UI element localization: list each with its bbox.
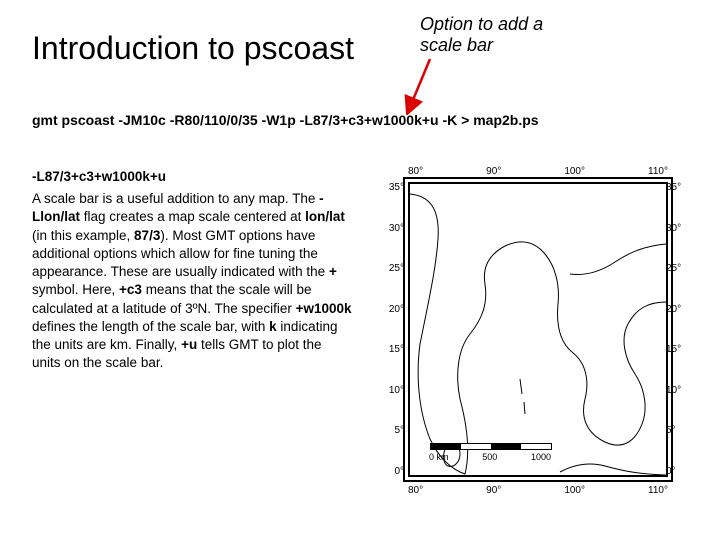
lat-tick: 15° (666, 344, 681, 355)
lon-tick: 80° (408, 485, 423, 496)
scale-tick: 1000 (531, 452, 551, 462)
scale-tick: 0 km (429, 452, 449, 462)
lon-tick: 80° (408, 166, 423, 177)
annotation-line-2: scale bar (420, 35, 493, 55)
explanation-paragraph: A scale bar is a useful addition to any … (32, 190, 352, 372)
text-run: (in this example, (32, 228, 134, 243)
lat-tick: 35° (389, 182, 404, 193)
lat-tick: 10° (389, 385, 404, 396)
scale-bar-annotation: Option to add a scale bar (420, 14, 580, 55)
lon-labels-top: 80° 90° 100° 110° (408, 166, 668, 177)
option-heading: -L87/3+c3+w1000k+u (32, 168, 352, 186)
lat-tick: 5° (394, 425, 404, 436)
lat-tick: 30° (666, 223, 681, 234)
flag-u: +u (181, 337, 197, 352)
flag-87-3: 87/3 (134, 228, 160, 243)
flag-c3: +c3 (119, 282, 142, 297)
annotation-line-1: Option to add a (420, 14, 543, 34)
scale-tick: 500 (482, 452, 497, 462)
page-title: Introduction to pscoast (32, 30, 354, 67)
scale-bar-segments (430, 443, 552, 450)
lon-tick: 110° (648, 166, 668, 177)
flag-k: k (269, 319, 277, 334)
text-run: flag creates a map scale centered at (80, 209, 305, 224)
command-line: gmt pscoast -JM10c -R80/110/0/35 -W1p -L… (32, 112, 539, 128)
lat-tick: 20° (389, 304, 404, 315)
flag-w1000k: +w1000k (296, 301, 352, 316)
map-frame: 0 km 500 1000 (408, 182, 668, 477)
command-suffix: -K > map2b.ps (439, 112, 539, 128)
lon-labels-bottom: 80° 90° 100° 110° (408, 485, 668, 496)
coastline-icon (410, 184, 666, 475)
lat-tick: 20° (666, 304, 681, 315)
arrow-icon (402, 55, 442, 115)
lat-tick: 25° (389, 263, 404, 274)
lon-tick: 100° (564, 485, 585, 496)
command-highlight: -L87/3+c3+w1000k+u (300, 112, 439, 128)
lon-tick: 100° (564, 166, 585, 177)
lat-tick: 30° (389, 223, 404, 234)
text-run: defines the length of the scale bar, wit… (32, 319, 269, 334)
lat-tick: 15° (389, 344, 404, 355)
map-figure: 80° 90° 100° 110° 35° 30° 25° 20° 15° 10… (380, 170, 690, 495)
slide: Introduction to pscoast Option to add a … (0, 0, 720, 540)
lat-tick: 35° (666, 182, 681, 193)
lat-tick: 0° (394, 466, 404, 477)
lat-labels-left: 35° 30° 25° 20° 15° 10° 5° 0° (380, 182, 404, 477)
flag-plus: + (329, 264, 337, 279)
lon-tick: 90° (486, 485, 501, 496)
lat-tick: 25° (666, 263, 681, 274)
scale-bar-ticks: 0 km 500 1000 (429, 452, 551, 462)
lon-tick: 110° (648, 485, 668, 496)
text-run: symbol. Here, (32, 282, 119, 297)
command-prefix: gmt pscoast -JM10c -R80/110/0/35 -W1p (32, 112, 300, 128)
flag-lonlat: lon/lat (305, 209, 345, 224)
lat-tick: 10° (666, 385, 681, 396)
explanation-body: -L87/3+c3+w1000k+u A scale bar is a usef… (32, 168, 352, 372)
lon-tick: 90° (486, 166, 501, 177)
text-run: A scale bar is a useful addition to any … (32, 191, 319, 206)
lat-labels-right: 35° 30° 25° 20° 15° 10° 5° 0° (666, 182, 690, 477)
map-scale-bar: 0 km 500 1000 (430, 443, 560, 461)
